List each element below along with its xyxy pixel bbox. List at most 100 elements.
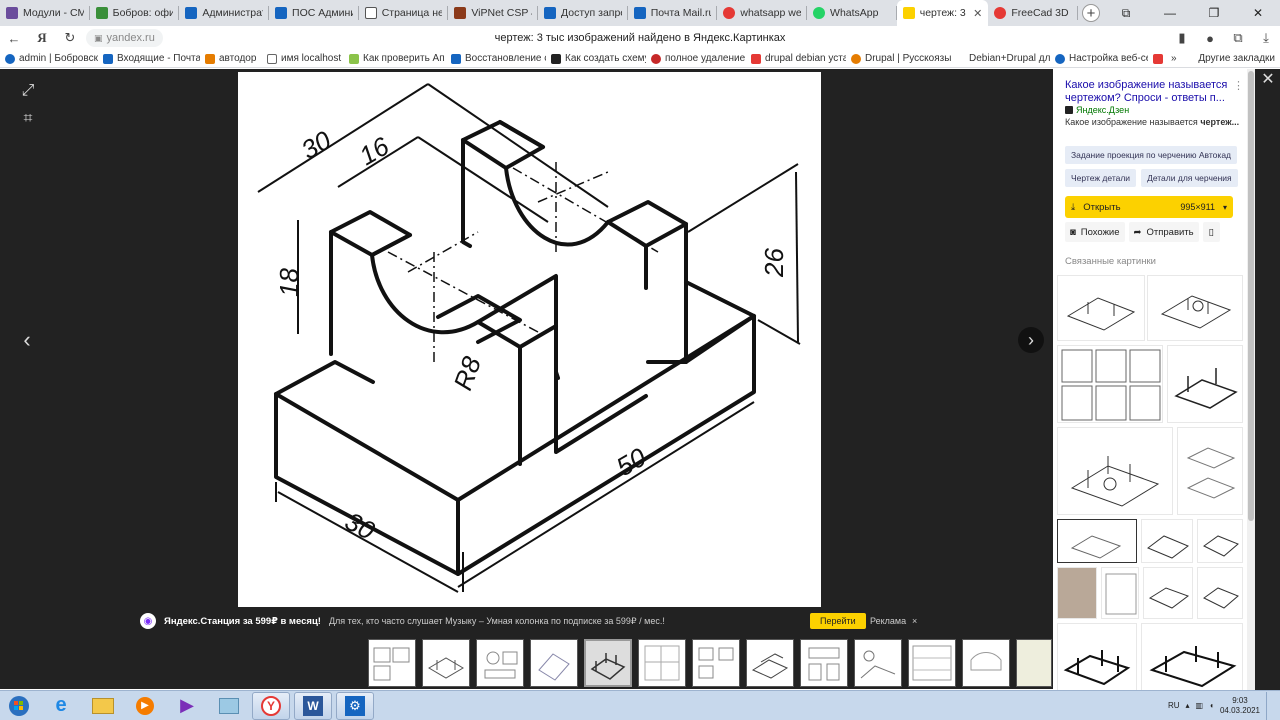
tab-0[interactable]: Модули - CMS [0, 0, 90, 26]
language-indicator[interactable]: RU [1168, 701, 1180, 710]
network-icon[interactable]: ▥ [1196, 701, 1204, 710]
related-image[interactable] [1057, 427, 1173, 515]
bookmark-item[interactable]: Debian+Drupal для [964, 53, 1050, 64]
close-window-button[interactable]: ✕ [1236, 0, 1280, 26]
close-tab-icon[interactable]: ✕ [973, 7, 982, 20]
tag-chip[interactable]: Чертеж детали [1065, 169, 1137, 187]
more-bookmarks-icon[interactable]: » [1166, 53, 1182, 64]
other-bookmarks[interactable]: Другие закладки [1193, 53, 1280, 64]
new-tab-button[interactable]: + [1078, 0, 1104, 26]
related-image[interactable] [1057, 275, 1145, 341]
bookmark-item[interactable]: полное удаление [646, 53, 746, 64]
bookmark-item[interactable]: Настройка веб-се [1050, 53, 1148, 64]
downloads-icon[interactable]: ⤓ [1252, 26, 1280, 50]
settings-app-taskbar-button[interactable]: ⚙ [336, 691, 374, 720]
yandex-browser-taskbar-button[interactable]: Y [252, 691, 290, 720]
thumbnail[interactable] [962, 639, 1010, 687]
youtube-icon[interactable] [1148, 53, 1166, 64]
promo-close-icon[interactable]: × [912, 616, 917, 626]
yandex-logo-icon[interactable]: Я [28, 26, 56, 50]
related-image[interactable] [1197, 567, 1243, 619]
next-image-arrow-icon[interactable]: › [1018, 327, 1044, 353]
thumbnail-selected[interactable] [584, 639, 632, 687]
promo-go-button[interactable]: Перейти [810, 613, 866, 629]
reload-button[interactable]: ↻ [56, 26, 84, 50]
restore-button[interactable]: ❐ [1192, 0, 1236, 26]
thumbnail[interactable] [854, 639, 902, 687]
source-site[interactable]: Яндекс.Дзен [1065, 105, 1129, 115]
bookmark-item[interactable]: Как создать схему [546, 53, 646, 64]
bookmark-item[interactable]: Как проверить Ап [344, 53, 446, 64]
media-player-icon[interactable]: ▶ [126, 692, 164, 720]
bookmark-item[interactable]: drupal debian уста [746, 53, 846, 64]
image-size-select[interactable]: 995×911 [1180, 202, 1215, 212]
bookmark-item[interactable]: автодор [200, 53, 262, 64]
file-explorer-icon[interactable] [84, 692, 122, 720]
related-image[interactable] [1143, 567, 1193, 619]
related-image[interactable] [1177, 427, 1243, 515]
thumbnail[interactable] [638, 639, 686, 687]
thumbnail[interactable] [746, 639, 794, 687]
clock[interactable]: 9:03 04.03.2021 [1220, 696, 1260, 716]
tab-8[interactable]: whatsapp web [717, 0, 807, 26]
volume-icon[interactable]: ◖ [1209, 701, 1214, 710]
related-image[interactable] [1167, 345, 1243, 423]
visual-studio-icon[interactable]: ▶ [168, 692, 206, 720]
minimize-button[interactable]: — [1148, 0, 1192, 26]
extensions-icon[interactable]: ⧉ [1224, 26, 1252, 50]
address-bar[interactable]: ▣ yandex.ru [86, 29, 163, 47]
tab-3[interactable]: ПОС Админис [269, 0, 359, 26]
similar-button[interactable]: ◙ Похожие [1065, 222, 1125, 242]
tab-10-active[interactable]: чертеж: 3 ты✕ [896, 0, 989, 26]
more-options-icon[interactable]: ⋮ [1233, 79, 1244, 92]
tab-7[interactable]: Почта Mail.ru [628, 0, 718, 26]
thumbnail[interactable] [476, 639, 524, 687]
show-desktop-button[interactable] [1266, 691, 1274, 720]
thumbnail[interactable] [800, 639, 848, 687]
related-image[interactable] [1057, 519, 1137, 563]
source-page-title-link[interactable]: Какое изображение называется чертежом? С… [1065, 79, 1235, 105]
fullscreen-icon[interactable]: ⤢ [18, 81, 38, 101]
related-image[interactable] [1147, 275, 1243, 341]
tag-chip[interactable]: Детали для черчения [1141, 169, 1238, 187]
bookmark-button[interactable]: ▯ [1202, 222, 1220, 242]
tab-2[interactable]: Администрат [179, 0, 269, 26]
tab-4[interactable]: Страница нед [359, 0, 449, 26]
start-button[interactable] [0, 692, 38, 720]
sidebar-scrollbar[interactable] [1247, 69, 1255, 690]
close-viewer-icon[interactable]: ✕ [1256, 69, 1280, 89]
internet-explorer-icon[interactable]: e [42, 692, 80, 720]
related-image[interactable] [1101, 567, 1139, 619]
crop-icon[interactable]: ⌗ [18, 109, 38, 129]
related-image[interactable] [1057, 567, 1097, 619]
related-image[interactable] [1057, 345, 1163, 423]
tab-search-icon[interactable]: ⧉ [1104, 0, 1148, 26]
profile-icon[interactable]: ● [1196, 26, 1224, 50]
open-image-button[interactable]: ⤓ Открыть 995×911 ▾ [1065, 196, 1233, 218]
thumbnail[interactable] [368, 639, 416, 687]
tab-6[interactable]: Доступ запре [538, 0, 628, 26]
tab-11[interactable]: FreeCad 3D м [988, 0, 1078, 26]
tray-chevron-icon[interactable]: ▴ [1186, 701, 1190, 710]
virtualbox-icon[interactable] [210, 692, 248, 720]
tag-chip[interactable]: Задание проекция по черчению Автокад [1065, 146, 1238, 164]
share-button[interactable]: ➦ Отправить [1128, 222, 1199, 242]
tab-9[interactable]: WhatsApp [807, 0, 897, 26]
back-button[interactable]: ← [0, 26, 28, 50]
main-image-technical-drawing[interactable]: 30 16 18 26 R8 50 30 [238, 72, 821, 607]
tab-5[interactable]: ViPNet CSP 4 [448, 0, 538, 26]
bookmark-item[interactable]: Восстановление с [446, 53, 546, 64]
thumbnail[interactable] [692, 639, 740, 687]
tab-1[interactable]: Бобров: офиц [90, 0, 180, 26]
thumbnail[interactable] [422, 639, 470, 687]
thumbnail[interactable] [1016, 639, 1052, 687]
scrollbar-thumb[interactable] [1248, 71, 1254, 521]
bookmark-item[interactable]: Входящие - Почта [98, 53, 200, 64]
related-image[interactable] [1057, 623, 1137, 690]
related-image[interactable] [1141, 519, 1193, 563]
bookmark-item[interactable]: Drupal | Русскоязы [846, 53, 964, 64]
thumbnail[interactable] [530, 639, 578, 687]
related-image[interactable] [1197, 519, 1243, 563]
bookmark-item[interactable]: admin | Бобровск [0, 53, 98, 64]
bookmark-item[interactable]: имя localhost [262, 53, 344, 64]
